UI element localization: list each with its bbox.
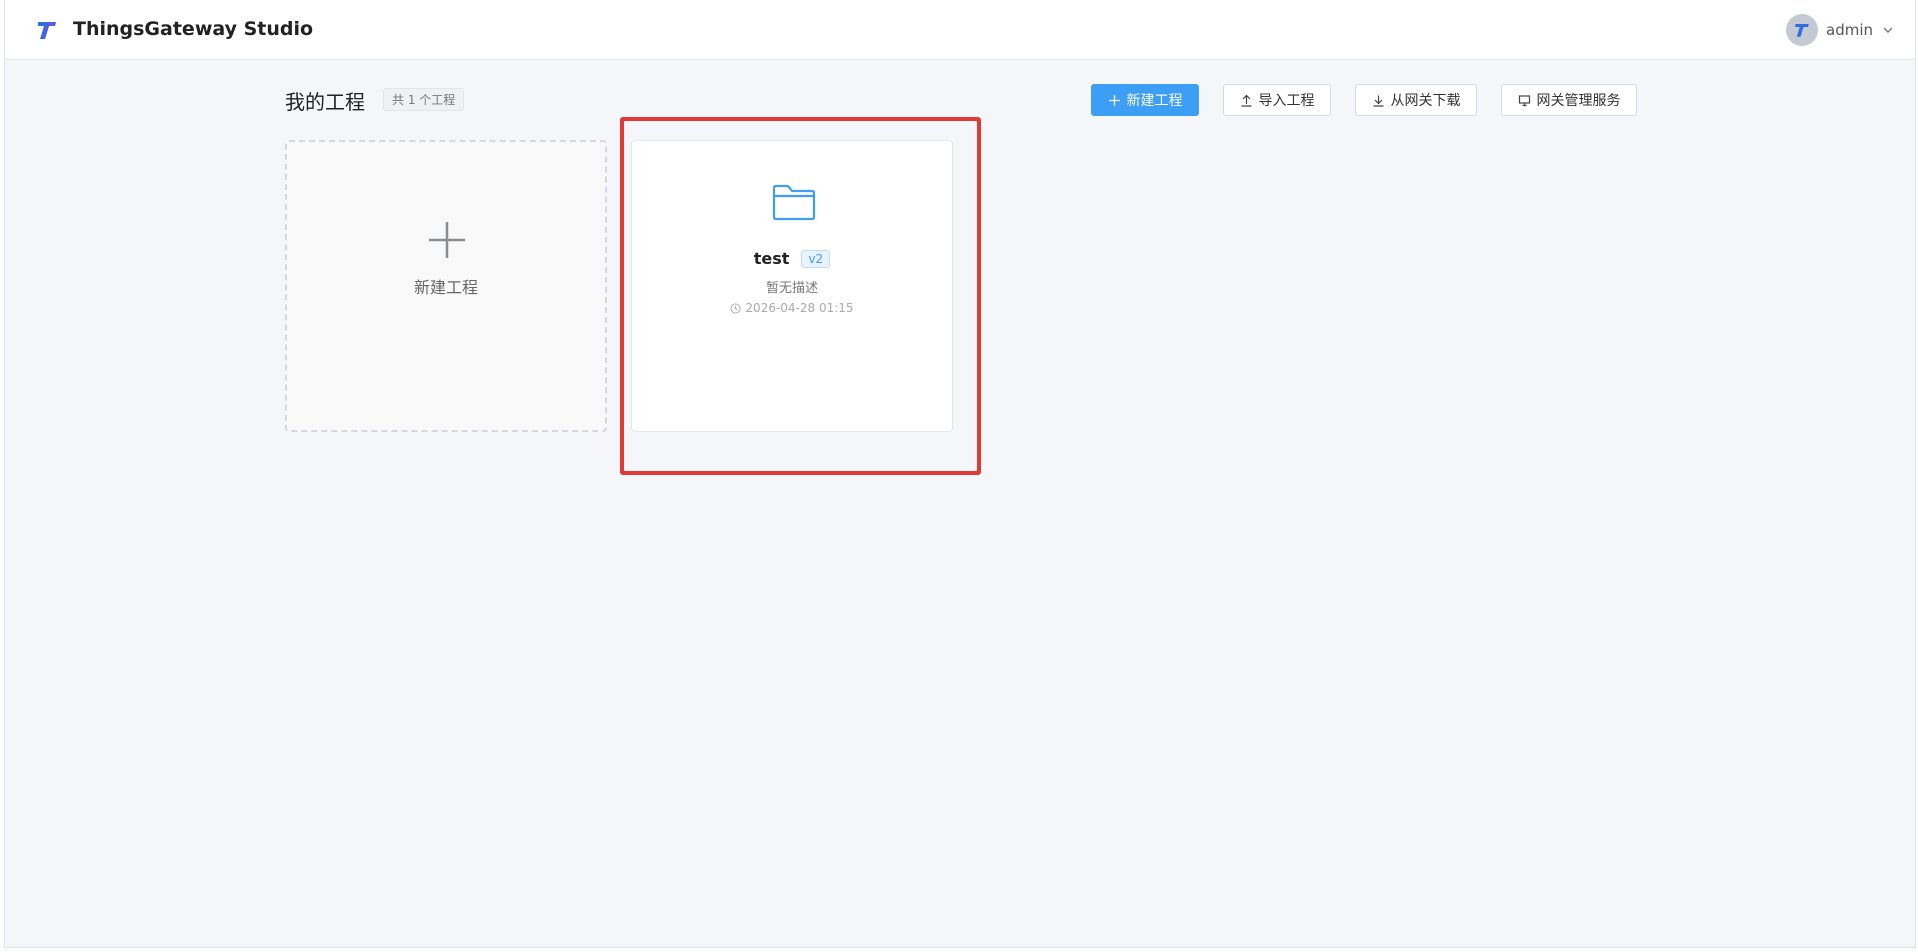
download-icon — [1373, 95, 1383, 107]
project-count-badge: 共 1 个工程 — [383, 88, 465, 111]
folder-icon — [772, 184, 816, 221]
upload-icon — [1241, 94, 1251, 107]
download-from-gateway-button[interactable]: 从网关下载 — [1355, 84, 1477, 116]
clock-icon — [730, 302, 741, 314]
import-project-button[interactable]: 导入工程 — [1223, 84, 1331, 116]
new-project-card[interactable]: 新建工程 — [285, 140, 607, 432]
new-project-card-label: 新建工程 — [413, 278, 478, 297]
new-project-label: 新建工程 — [1126, 93, 1183, 109]
gateway-management-label: 网关管理服务 — [1536, 93, 1621, 109]
project-updated-time: 2026-04-28 01:15 — [632, 301, 952, 315]
chevron-down-icon — [1883, 27, 1893, 33]
plus-icon — [1108, 94, 1120, 106]
app-header: ThingsGateway Studio admin — [5, 0, 1915, 60]
app-title: ThingsGateway Studio — [73, 18, 314, 40]
project-updated-text: 2026-04-28 01:15 — [745, 301, 854, 315]
app-window: ThingsGateway Studio admin 我的工程 共 1 个工程 … — [4, 0, 1916, 948]
avatar — [1786, 14, 1818, 46]
project-card[interactable]: test v2 暂无描述 2026-04-28 01:15 — [631, 140, 953, 432]
project-name: test — [753, 249, 790, 268]
project-name-row: test v2 — [632, 249, 952, 268]
logo-icon — [38, 22, 56, 39]
gateway-management-button[interactable]: 网关管理服务 — [1501, 84, 1637, 116]
new-project-button[interactable]: 新建工程 — [1091, 84, 1199, 116]
username: admin — [1826, 21, 1873, 39]
import-project-label: 导入工程 — [1258, 93, 1315, 109]
user-menu[interactable]: admin — [1786, 14, 1895, 46]
plus-icon — [429, 222, 465, 258]
avatar-icon — [1795, 24, 1809, 37]
version-badge: v2 — [801, 249, 831, 268]
monitor-icon — [1518, 94, 1530, 106]
project-description: 暂无描述 — [765, 281, 818, 296]
download-from-gateway-label: 从网关下载 — [1390, 93, 1461, 109]
page-title: 我的工程 — [285, 90, 365, 114]
